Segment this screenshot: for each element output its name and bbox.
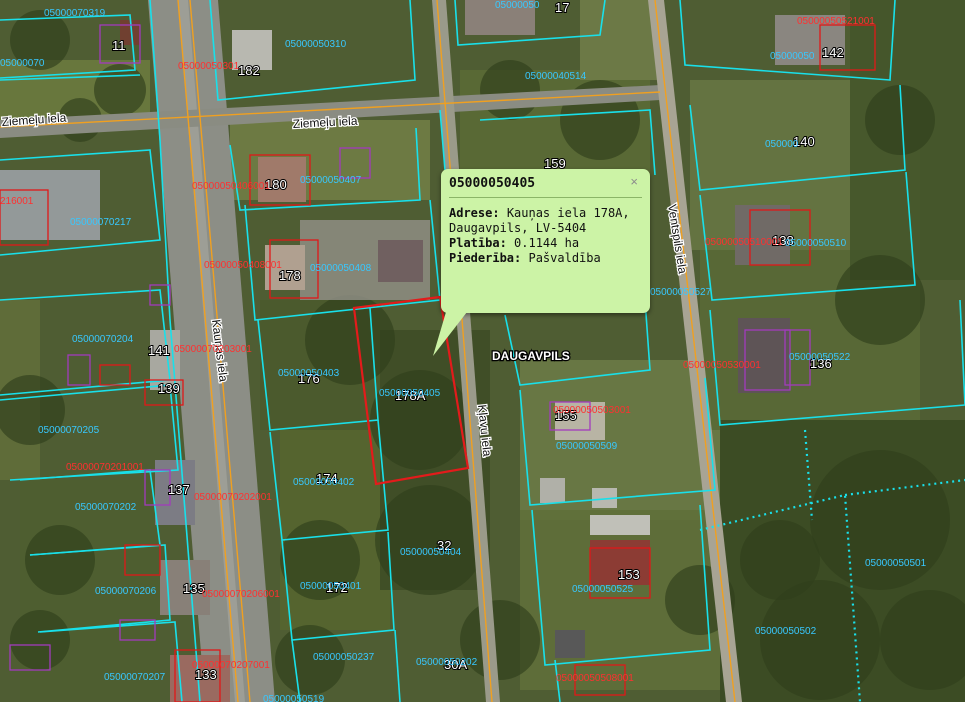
parcel-info-popup: 05000050405 × Adrese: Kauņas iela 178A, … — [441, 169, 650, 313]
address-line1: Kauņas iela 178A, — [506, 206, 630, 220]
map-label: 05000050237 — [313, 652, 375, 663]
map-label: 05000050510001 — [705, 237, 783, 248]
map-label: Ziemeļu iela — [292, 114, 358, 131]
map-label: 05000040514 — [525, 71, 587, 82]
area-label: Platība: — [449, 236, 507, 250]
map-label: 05000070319 — [44, 8, 106, 19]
map-label: Ventspils iela — [665, 203, 690, 275]
map-label: 05000050508001 — [556, 673, 634, 684]
building-outline-purple — [144, 469, 171, 506]
map-label: 05000050527 — [650, 287, 712, 298]
map-label: 182 — [238, 63, 260, 78]
address-line2: Daugavpils, LV-5404 — [449, 221, 587, 235]
map-label: 137 — [168, 482, 190, 497]
map-label: 05000050521001 — [797, 16, 875, 27]
map-label: 153 — [618, 567, 640, 582]
map-label: 05000070206 — [95, 586, 157, 597]
map-label: DAUGAVPILS — [492, 349, 570, 363]
map-label: 05000070207 — [104, 672, 166, 683]
owner-label: Piederība: — [449, 251, 522, 265]
map-label: 05000070202 — [75, 502, 137, 513]
parcel-boundary — [39, 621, 183, 702]
map-canvas[interactable]: Ziemeļu iela Ziemeļu iela Kauņas iela Kļavu… — [0, 0, 965, 702]
parcel-boundary — [439, 109, 446, 171]
parcel-boundary-dotted — [844, 478, 965, 497]
parcel-boundary — [229, 127, 421, 211]
map-label: 050000 — [765, 139, 799, 150]
map-label: 05000050401 — [300, 581, 362, 592]
building-outline-purple — [339, 147, 371, 179]
parcel-boundary — [479, 109, 656, 176]
map-label: 05000070206001 — [202, 589, 280, 600]
map-label: 05000070207001 — [192, 660, 270, 671]
owner-row: Piederība: Pašvaldība — [449, 251, 642, 266]
map-label: 05000070204 — [72, 334, 134, 345]
map-label: Ziemeļu iela — [1, 110, 67, 129]
address-row-2: Daugavpils, LV-5404 — [449, 221, 642, 236]
building-outline-red — [99, 364, 131, 386]
map-label: 141 — [148, 343, 170, 358]
parcel-boundary-dotted — [803, 429, 814, 521]
owner-value: Pašvaldība — [528, 251, 601, 265]
building-outline-red — [124, 544, 161, 576]
map-label: 05000050406001 — [192, 181, 270, 192]
map-label: 05000070 — [0, 58, 45, 69]
map-label: 05000050403 — [278, 368, 340, 379]
building-outline-purple — [67, 354, 91, 386]
map-label: 05000050202 — [416, 657, 478, 668]
address-label: Adrese: — [449, 206, 500, 220]
parcel-boundary — [699, 171, 916, 301]
map-label: 139 — [158, 381, 180, 396]
parcel-boundary — [394, 629, 401, 702]
address-row: Adrese: Kauņas iela 178A, — [449, 206, 642, 221]
map-label: Kļavu iela — [475, 404, 494, 458]
map-label: 05000070205 — [38, 425, 100, 436]
map-label: 05000050404 — [400, 547, 462, 558]
map-label: 05000050408 — [310, 263, 372, 274]
map-label: 05000050510 — [785, 238, 847, 249]
map-label: 05000050405 — [379, 388, 441, 399]
map-label: 05000050402 — [293, 477, 355, 488]
map-label: 05000050525 — [572, 584, 634, 595]
map-label: 05000050407 — [300, 175, 362, 186]
close-icon[interactable]: × — [630, 175, 638, 189]
map-label: 05000050 — [770, 51, 815, 62]
map-label: 05000070217 — [70, 217, 132, 228]
map-label: 05000050530001 — [683, 360, 761, 371]
map-label: 142 — [822, 45, 844, 60]
map-label: 11 — [112, 38, 126, 53]
map-label: 05000070202001 — [194, 492, 272, 503]
map-label: 05000070201001 — [66, 462, 144, 473]
parcel-boundary — [291, 639, 301, 702]
popup-pointer — [433, 312, 467, 356]
map-label: 05000050519 — [263, 694, 325, 702]
road-centerline — [654, 0, 736, 702]
building-outline-purple — [9, 644, 51, 671]
map-label: 17 — [555, 0, 569, 15]
parcel-boundary-dotted — [699, 493, 862, 702]
cadastre-overlay: Ziemeļu iela Ziemeļu ielaKauņas ielaKļavu… — [0, 0, 965, 702]
area-row: Platība: 0.1144 ha — [449, 236, 642, 251]
map-label: 05000050301 — [178, 61, 240, 72]
area-value: 0.1144 ha — [514, 236, 580, 250]
parcel-boundary — [519, 377, 716, 506]
map-label: 05000070203001 — [174, 344, 252, 355]
map-label: 216001 — [0, 196, 34, 207]
map-label: 178 — [279, 268, 301, 283]
map-label: 05000050503001 — [553, 405, 631, 416]
parcel-boundary — [679, 0, 896, 81]
map-label: 05000050501 — [865, 558, 927, 569]
map-label: 05000050310 — [285, 39, 347, 50]
popup-title: 05000050405 — [449, 176, 642, 198]
map-label: 05000050502 — [755, 626, 817, 637]
parcel-boundary — [209, 0, 416, 101]
map-label: 05000050522 — [789, 352, 851, 363]
map-label: 05000050509 — [556, 441, 618, 452]
map-label: 05000050 — [495, 0, 540, 11]
map-label: 05000050408001 — [204, 260, 282, 271]
